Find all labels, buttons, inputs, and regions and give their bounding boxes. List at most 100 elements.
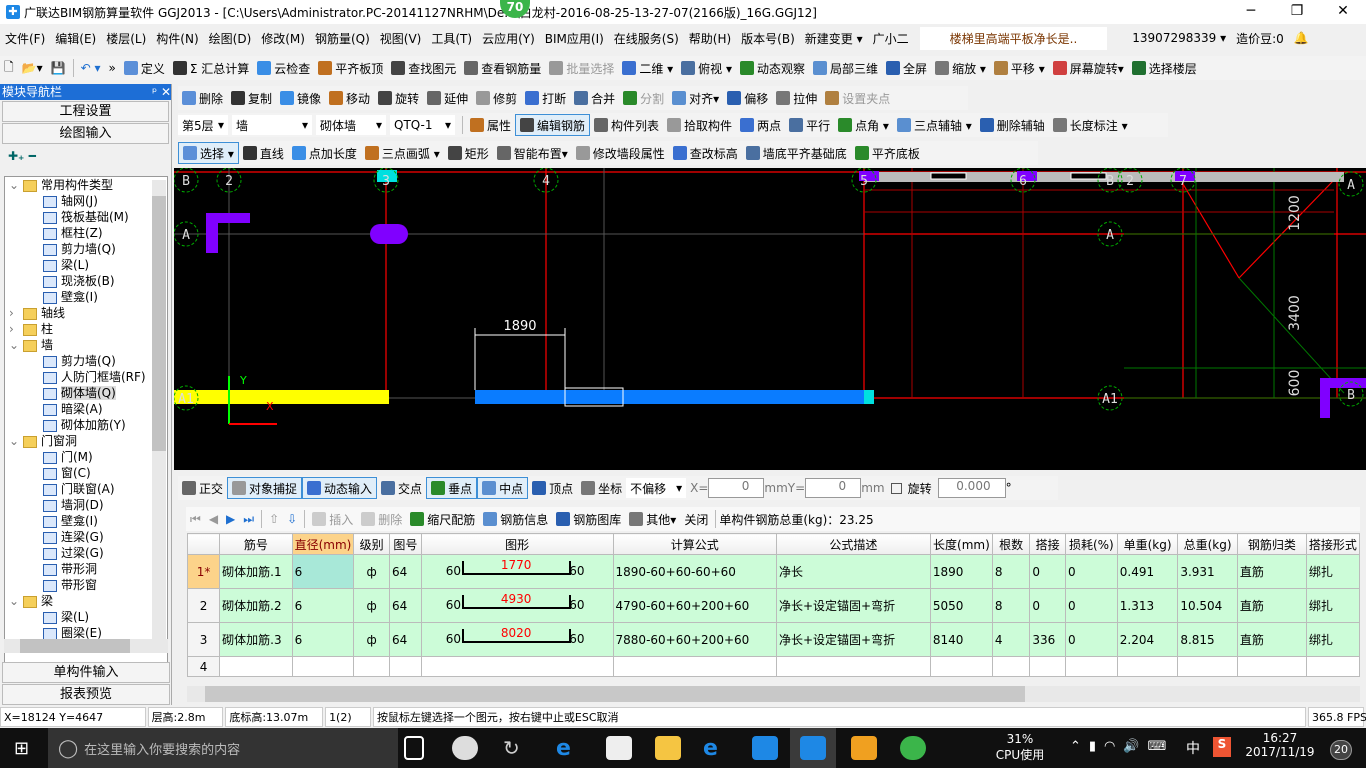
toolbar-button-6[interactable]: 批量选择 xyxy=(545,57,618,79)
floor-select[interactable]: 第5层 ▾ xyxy=(178,115,228,135)
edge-icon[interactable]: e xyxy=(556,736,582,761)
cell-cat[interactable]: 直筋 xyxy=(1236,554,1307,589)
cell-formula[interactable]: 4790-60+60+200+60 xyxy=(612,588,777,623)
empty-cell[interactable] xyxy=(929,656,993,677)
expander-icon[interactable]: ⌄ xyxy=(9,593,23,609)
tree-item[interactable]: ⌄ 梁 xyxy=(5,593,167,609)
snap-button-1[interactable]: 对象捕捉 xyxy=(227,477,303,499)
toolbar-button-5[interactable]: 智能布置▾ xyxy=(493,142,572,164)
cell-total[interactable]: 10.504 xyxy=(1177,588,1238,623)
toolbar-button-12[interactable]: 拉伸 xyxy=(772,87,821,109)
save-button[interactable]: 💾 xyxy=(47,57,70,79)
tree-item[interactable]: 壁龛(I) xyxy=(5,289,167,305)
tree-item[interactable]: 门(M) xyxy=(5,449,167,465)
cell-name[interactable]: 砌体加筋.3 xyxy=(219,622,293,657)
cell-cat[interactable]: 直筋 xyxy=(1236,622,1307,657)
ie-icon[interactable]: e xyxy=(703,736,729,761)
cell-fig[interactable]: 64 xyxy=(388,554,422,589)
toolbar-button-7[interactable]: 打断 xyxy=(521,87,570,109)
cell-formula[interactable]: 7880-60+60+200+60 xyxy=(612,622,777,657)
toolbar-button-4[interactable]: 旋转 xyxy=(374,87,423,109)
toolbar-button-5[interactable]: 查看钢筋量 xyxy=(460,57,545,79)
tree-item[interactable]: 过梁(G) xyxy=(5,545,167,561)
toolbar3-button-4[interactable]: 两点 xyxy=(736,114,785,136)
row-number[interactable]: 3 xyxy=(186,622,221,657)
ime-indicator[interactable]: 中 xyxy=(1186,738,1200,758)
toolbar-button-9[interactable]: 动态观察 xyxy=(736,57,809,79)
toolbar-button-6[interactable]: 修剪 xyxy=(472,87,521,109)
rebar-button-0[interactable]: 插入 xyxy=(308,508,357,530)
column-header[interactable]: 长度(mm) xyxy=(929,533,993,555)
row-number[interactable]: 1* xyxy=(186,554,221,589)
toolbar-button-2[interactable]: 镜像 xyxy=(276,87,325,109)
tray-icons[interactable]: ⌃▮◠🔊⌨ xyxy=(1070,739,1174,754)
toolbar3-button-5[interactable]: 平行 xyxy=(785,114,834,136)
tree-item[interactable]: 梁(L) xyxy=(5,609,167,625)
table-row-empty[interactable]: 4 xyxy=(186,656,1361,677)
toolbar3-button-9[interactable]: 长度标注 ▾ xyxy=(1049,114,1132,136)
rebar-shape[interactable]: 60 4930 60 xyxy=(420,588,614,623)
table-hscrollbar[interactable] xyxy=(187,686,1360,702)
empty-cell[interactable] xyxy=(388,656,422,677)
start-button[interactable]: ⊞ xyxy=(14,738,29,759)
empty-cell[interactable] xyxy=(1305,656,1361,677)
cell-desc[interactable]: 净长+设定锚固+弯折 xyxy=(775,588,931,623)
rebar-button-3[interactable]: 钢筋信息 xyxy=(479,508,552,530)
tree-item[interactable]: 现浇板(B) xyxy=(5,273,167,289)
tree-item[interactable]: 暗梁(A) xyxy=(5,401,167,417)
tree-item[interactable]: 筏板基础(M) xyxy=(5,209,167,225)
cell-unit[interactable]: 2.204 xyxy=(1116,622,1179,657)
drawing-input-button[interactable]: 绘图输入 xyxy=(2,123,169,144)
column-header[interactable]: 根数 xyxy=(991,533,1031,555)
tree-item[interactable]: 砌体墙(Q) xyxy=(5,385,167,401)
tree-item[interactable]: 墙洞(D) xyxy=(5,497,167,513)
account-menu[interactable]: 13907298339 ▾ xyxy=(1127,31,1231,45)
menu-item[interactable]: 钢筋量(Q) xyxy=(310,30,375,47)
wall-blue[interactable] xyxy=(475,390,865,404)
cell-lap[interactable]: 0 xyxy=(1029,554,1066,589)
menu-item[interactable]: 版本号(B) xyxy=(736,30,800,47)
column-header[interactable]: 图形 xyxy=(420,533,614,555)
menu-item[interactable]: 文件(F) xyxy=(0,30,50,47)
empty-cell[interactable] xyxy=(775,656,931,677)
menu-item[interactable]: 编辑(E) xyxy=(50,30,101,47)
column-header[interactable]: 级别 xyxy=(353,533,390,555)
menu-item[interactable]: 视图(V) xyxy=(375,30,427,47)
table-row[interactable]: 3 砌体加筋.3 6 ф 64 60 8020 60 7880-60+60+200+60 净长+设… xyxy=(186,622,1361,657)
toolbar-button-8[interactable]: 俯视 ▾ xyxy=(677,57,736,79)
move-down-button[interactable]: ⇩ xyxy=(283,508,301,530)
tree-scrollbar[interactable] xyxy=(152,180,166,640)
expander-icon[interactable]: ⌄ xyxy=(9,177,23,193)
tree-item[interactable]: ⌄ 门窗洞 xyxy=(5,433,167,449)
tree-item[interactable]: 连梁(G) xyxy=(5,529,167,545)
tree-item[interactable]: 带形洞 xyxy=(5,561,167,577)
move-up-button[interactable]: ⇧ xyxy=(265,508,283,530)
component-select[interactable]: QTQ-1 ▾ xyxy=(390,115,455,135)
toolbar-button-0[interactable]: 删除 xyxy=(178,87,227,109)
cell-cat[interactable]: 直筋 xyxy=(1236,588,1307,623)
toolbar-button-2[interactable]: 点加长度 xyxy=(288,142,361,164)
column-header[interactable]: 公式描述 xyxy=(775,533,931,555)
empty-cell[interactable] xyxy=(219,656,293,677)
fan-app-icon[interactable] xyxy=(452,736,478,760)
tree-item[interactable]: 窗(C) xyxy=(5,465,167,481)
cell-lapt[interactable]: 绑扎 xyxy=(1305,554,1361,589)
cell-grade[interactable]: ф xyxy=(353,554,390,589)
empty-cell[interactable] xyxy=(1177,656,1238,677)
tree-item[interactable]: 剪力墙(Q) xyxy=(5,353,167,369)
nav-close-icon[interactable]: ✕ xyxy=(161,85,171,99)
toolbar-button-15[interactable]: 选择楼层 xyxy=(1128,57,1201,79)
toolbar-button-9[interactable]: 平齐底板 xyxy=(851,142,924,164)
menu-item[interactable]: 云应用(Y) xyxy=(477,30,540,47)
snap-button-6[interactable]: 顶点 xyxy=(528,477,577,499)
menu-item[interactable]: 新建变更 ▾ xyxy=(800,30,868,47)
open-file-button[interactable]: 📂▾ xyxy=(18,57,47,79)
menu-item[interactable]: 广小二 xyxy=(868,30,914,47)
expander-icon[interactable]: ⌄ xyxy=(9,433,23,449)
menu-item[interactable]: 在线服务(S) xyxy=(609,30,684,47)
toolbar-button-6[interactable]: 修改墙段属性 xyxy=(572,142,669,164)
tree-item[interactable]: › 柱 xyxy=(5,321,167,337)
rotate-input[interactable]: 0.000 xyxy=(937,478,1006,498)
taskbar-search[interactable]: ◯ 在这里输入你要搜索的内容 xyxy=(48,728,398,768)
single-component-input-button[interactable]: 单构件输入 xyxy=(2,662,170,683)
